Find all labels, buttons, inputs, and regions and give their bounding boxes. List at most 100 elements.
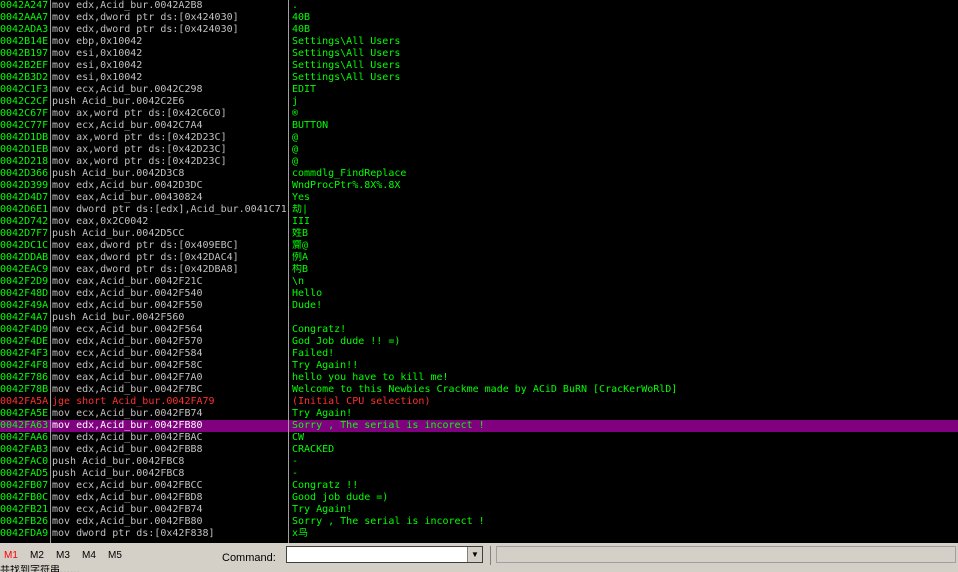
table-row[interactable]: 0042FB26 mov edx,Acid_bur.0042FB80 Sorry ,… <box>0 516 958 528</box>
table-row[interactable]: 0042DDAB mov eax,dword ptr ds:[0x42DAC4] 例… <box>0 252 958 264</box>
column-divider-disassembly[interactable] <box>288 0 289 543</box>
table-row[interactable]: 0042B2EF mov esi,0x10042 Settings\All User… <box>0 60 958 72</box>
table-row[interactable]: 0042F4D9 mov ecx,Acid_bur.0042F564 Congrat… <box>0 324 958 336</box>
row-address: 0042F48D <box>0 288 49 299</box>
command-combobox[interactable]: ▼ <box>286 546 483 563</box>
marker-m3-button[interactable]: M3 <box>56 550 70 561</box>
chevron-down-icon[interactable]: ▼ <box>467 547 482 562</box>
table-row[interactable]: 0042B3D2 mov esi,0x10042 Settings\All User… <box>0 72 958 84</box>
table-row[interactable]: 0042D1DB mov ax,word ptr ds:[0x42D23C] @ <box>0 132 958 144</box>
table-row[interactable]: 0042D7F7 push Acid_bur.0042D5CC 姓B <box>0 228 958 240</box>
table-row[interactable]: 0042D399 mov edx,Acid_bur.0042D3DC WndProc… <box>0 180 958 192</box>
table-row-selected[interactable]: 0042FA63 mov edx,Acid_bur.0042FB80 Sorry ,… <box>0 420 958 432</box>
table-row[interactable]: 0042F4A7 push Acid_bur.0042F560 <box>0 312 958 324</box>
row-disassembly: mov edx,Acid_bur.0042F7BC <box>52 384 203 395</box>
table-row[interactable]: 0042AAA7 mov edx,dword ptr ds:[0x424030] 4… <box>0 12 958 24</box>
row-address: 0042D7F7 <box>0 228 49 239</box>
row-disassembly: mov edx,Acid_bur.0042FB80 <box>52 420 203 431</box>
row-text-string: Welcome to this Newbies Crackme made by … <box>292 384 678 395</box>
row-disassembly: push Acid_bur.0042F560 <box>52 312 185 323</box>
row-address: 0042FB26 <box>0 516 49 527</box>
row-address: 0042C1F3 <box>0 84 49 95</box>
table-row[interactable]: 0042F4DE mov edx,Acid_bur.0042F570 God Job… <box>0 336 958 348</box>
table-row[interactable]: 0042F49A mov edx,Acid_bur.0042F550 Dude! <box>0 300 958 312</box>
listing-rows: 0042A247 mov edx,Acid_bur.0042A2B8. 0042AA… <box>0 0 958 540</box>
row-text-string: Try Again! <box>292 504 353 515</box>
row-text-string: . <box>292 0 299 11</box>
row-text-string: 40B <box>292 24 311 35</box>
table-row[interactable]: 0042F2D9 mov eax,Acid_bur.0042F21C \n <box>0 276 958 288</box>
row-text-string: 例A <box>292 252 309 263</box>
table-row[interactable]: 0042A247 mov edx,Acid_bur.0042A2B8. <box>0 0 958 12</box>
row-disassembly: mov edx,Acid_bur.0042F58C <box>52 360 203 371</box>
row-address: 0042D6E1 <box>0 204 49 215</box>
row-text-string: Sorry , The serial is incorect ! <box>292 420 485 431</box>
row-disassembly: mov esi,0x10042 <box>52 72 143 83</box>
row-disassembly: jge short Acid_bur.0042FA79 <box>52 396 215 407</box>
row-disassembly: mov edx,dword ptr ds:[0x424030] <box>52 24 239 35</box>
table-row[interactable]: 0042B14E mov ebp,0x10042 Settings\All User… <box>0 36 958 48</box>
table-row[interactable]: 0042F4F8 mov edx,Acid_bur.0042F58C Try Aga… <box>0 360 958 372</box>
table-row[interactable]: 0042C77F mov ecx,Acid_bur.0042C7A4 BUTTON <box>0 120 958 132</box>
row-disassembly: mov ecx,Acid_bur.0042F584 <box>52 348 203 359</box>
table-row[interactable]: 0042F4F3 mov ecx,Acid_bur.0042F584 Failed! <box>0 348 958 360</box>
row-text-string: 劫| <box>292 204 309 215</box>
row-disassembly: mov edx,Acid_bur.0042D3DC <box>52 180 203 191</box>
row-disassembly: mov ecx,Acid_bur.0042FB74 <box>52 504 203 515</box>
row-address: 0042ADA3 <box>0 24 49 35</box>
row-disassembly: mov eax,0x2C0042 <box>52 216 149 227</box>
table-row[interactable]: 0042F78B mov edx,Acid_bur.0042F7BC Welcome… <box>0 384 958 396</box>
table-row[interactable]: 0042D4D7 mov eax,Acid_bur.00430824 Yes <box>0 192 958 204</box>
marker-m5-button[interactable]: M5 <box>108 550 122 561</box>
row-address: 0042AAA7 <box>0 12 49 23</box>
row-address: 0042FB07 <box>0 480 49 491</box>
table-row[interactable]: 0042C1F3 mov ecx,Acid_bur.0042C298 EDIT <box>0 84 958 96</box>
marker-m4-button[interactable]: M4 <box>82 550 96 561</box>
row-text-string: Settings\All Users <box>292 48 401 59</box>
row-address: 0042D1DB <box>0 132 49 143</box>
row-disassembly: mov ax,word ptr ds:[0x42D23C] <box>52 144 227 155</box>
table-row[interactable]: 0042FAB3 mov edx,Acid_bur.0042FBB8 CRACKED <box>0 444 958 456</box>
table-row[interactable]: 0042FA5E mov ecx,Acid_bur.0042FB74 Try Aga… <box>0 408 958 420</box>
row-address: 0042F49A <box>0 300 49 311</box>
row-disassembly: mov eax,Acid_bur.00430824 <box>52 192 203 203</box>
table-row[interactable]: 0042F48D mov edx,Acid_bur.0042F540 Hello <box>0 288 958 300</box>
row-text-string: CRACKED <box>292 444 335 455</box>
row-text-string: Congratz! <box>292 324 347 335</box>
row-text-string: Sorry , The serial is incorect ! <box>292 516 485 527</box>
marker-m2-button[interactable]: M2 <box>30 550 44 561</box>
row-disassembly: mov ecx,Acid_bur.0042FBCC <box>52 480 203 491</box>
table-row[interactable]: 0042C2CF push Acid_bur.0042C2E6 j <box>0 96 958 108</box>
row-text-string: - <box>292 456 299 467</box>
table-row[interactable]: 0042FAD5 push Acid_bur.0042FBC8 - <box>0 468 958 480</box>
row-address: 0042FAB3 <box>0 444 49 455</box>
row-address: 0042FB21 <box>0 504 49 515</box>
table-row[interactable]: 0042B197 mov esi,0x10042 Settings\All User… <box>0 48 958 60</box>
marker-m1-button[interactable]: M1 <box>4 550 18 561</box>
row-text-string: III <box>292 216 311 227</box>
row-disassembly: mov ax,word ptr ds:[0x42D23C] <box>52 156 227 167</box>
table-row[interactable]: 0042EAC9 mov eax,dword ptr ds:[0x42DBA8] 构… <box>0 264 958 276</box>
table-row[interactable]: 0042FAA6 mov edx,Acid_bur.0042FBAC CW <box>0 432 958 444</box>
table-row[interactable]: 0042FA5A jge short Acid_bur.0042FA79 (Init… <box>0 396 958 408</box>
string-listing[interactable]: 0042A247 mov edx,Acid_bur.0042A2B8. 0042AA… <box>0 0 958 543</box>
table-row[interactable]: 0042DC1C mov eax,dword ptr ds:[0x409EBC] 齎… <box>0 240 958 252</box>
command-input[interactable] <box>287 547 467 562</box>
table-row[interactable]: 0042D6E1 mov dword ptr ds:[edx],Acid_bur.… <box>0 204 958 216</box>
row-disassembly: push Acid_bur.0042D5CC <box>52 228 185 239</box>
table-row[interactable]: 0042FAC0 push Acid_bur.0042FBC8 - <box>0 456 958 468</box>
table-row[interactable]: 0042D742 mov eax,0x2C0042 III <box>0 216 958 228</box>
row-disassembly: push Acid_bur.0042FBC8 <box>52 468 185 479</box>
column-divider-address[interactable] <box>50 0 51 543</box>
table-row[interactable]: 0042D366 push Acid_bur.0042D3C8 commdlg_Fi… <box>0 168 958 180</box>
table-row[interactable]: 0042FB07 mov ecx,Acid_bur.0042FBCC Congrat… <box>0 480 958 492</box>
table-row[interactable]: 0042ADA3 mov edx,dword ptr ds:[0x424030] 4… <box>0 24 958 36</box>
table-row[interactable]: 0042D218 mov ax,word ptr ds:[0x42D23C] @ <box>0 156 958 168</box>
table-row[interactable]: 0042D1EB mov ax,word ptr ds:[0x42D23C] @ <box>0 144 958 156</box>
table-row[interactable]: 0042FDA9 mov dword ptr ds:[0x42F838] x鸟 <box>0 528 958 540</box>
table-row[interactable]: 0042FB0C mov edx,Acid_bur.0042FBD8 Good jo… <box>0 492 958 504</box>
table-row[interactable]: 0042FB21 mov ecx,Acid_bur.0042FB74 Try Aga… <box>0 504 958 516</box>
table-row[interactable]: 0042C67F mov ax,word ptr ds:[0x42C6C0] ® <box>0 108 958 120</box>
table-row[interactable]: 0042F786 mov eax,Acid_bur.0042F7A0 hello y… <box>0 372 958 384</box>
row-text-string: Hello <box>292 288 323 299</box>
